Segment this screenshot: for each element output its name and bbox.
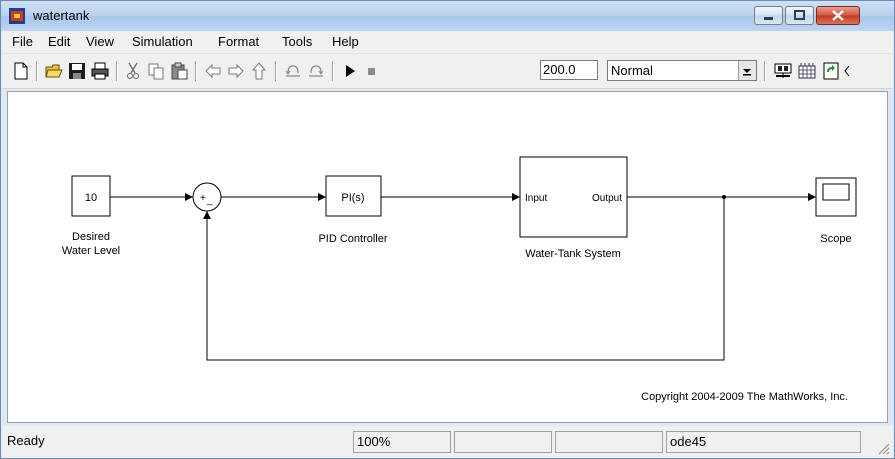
up-arrow-icon[interactable]	[250, 62, 268, 80]
copy-icon[interactable]	[147, 62, 165, 80]
library-browser-icon[interactable]	[798, 62, 816, 80]
sum-plus-sign: +	[200, 193, 206, 204]
close-button[interactable]	[816, 6, 860, 25]
status-zoom: 100%	[353, 431, 451, 453]
overflow-chevron-icon[interactable]	[842, 62, 852, 80]
menu-file[interactable]: File	[12, 34, 33, 49]
stop-time-input[interactable]: 200.0	[540, 60, 598, 80]
back-arrow-icon[interactable]	[204, 62, 222, 80]
block-diagram: 10 Desired Water Level + _ PI(s) PID Con…	[62, 156, 857, 403]
status-panel-empty-1	[454, 431, 552, 453]
pid-block-text: PI(s)	[341, 192, 364, 204]
build-model-icon[interactable]	[774, 62, 792, 80]
status-panel-empty-2	[555, 431, 663, 453]
status-bar: Ready 100% ode45	[2, 426, 893, 458]
feedback-signal[interactable]	[203, 197, 725, 361]
tank-input-port-label: Input	[525, 193, 547, 204]
forward-arrow-icon[interactable]	[227, 62, 245, 80]
close-icon	[832, 10, 844, 21]
constant-value: 10	[85, 192, 97, 204]
pid-controller-label: PID Controller	[318, 233, 387, 245]
status-solver: ode45	[666, 431, 861, 453]
scope-label: Scope	[820, 233, 851, 245]
save-icon[interactable]	[68, 62, 86, 80]
paste-icon[interactable]	[170, 62, 188, 80]
undo-icon[interactable]	[284, 62, 302, 80]
window-title: watertank	[33, 8, 90, 23]
update-diagram-icon[interactable]	[822, 62, 840, 80]
menu-format[interactable]: Format	[218, 34, 259, 49]
menu-tools[interactable]: Tools	[282, 34, 312, 49]
menu-bar: File Edit View Simulation Format Tools H…	[2, 31, 893, 54]
constant-label-line2: Water Level	[62, 245, 120, 257]
simulink-app-icon	[9, 8, 25, 24]
title-bar[interactable]: watertank	[1, 1, 894, 31]
chevron-down-icon	[743, 69, 751, 76]
sum-minus-sign: _	[206, 195, 213, 206]
tank-output-port-label: Output	[592, 193, 622, 204]
water-tank-label: Water-Tank System	[525, 248, 621, 260]
menu-view[interactable]: View	[86, 34, 114, 49]
menu-simulation[interactable]: Simulation	[132, 34, 193, 49]
resize-grip-icon[interactable]	[876, 441, 890, 455]
stop-simulation-icon[interactable]	[362, 62, 380, 80]
menu-edit[interactable]: Edit	[48, 34, 70, 49]
toolbar: 200.0 Normal	[2, 54, 893, 89]
print-icon[interactable]	[91, 62, 109, 80]
open-folder-icon[interactable]	[45, 62, 63, 80]
constant-label-line1: Desired	[72, 231, 110, 243]
new-file-icon[interactable]	[12, 62, 30, 80]
dropdown-arrow[interactable]	[738, 61, 756, 80]
minimize-icon	[764, 17, 773, 20]
simulink-window: watertank File Edit View Simulation Form…	[0, 0, 895, 459]
minimize-button[interactable]	[754, 6, 783, 25]
maximize-button[interactable]	[785, 6, 814, 25]
scope-screen-icon	[822, 183, 850, 201]
maximize-icon	[794, 10, 805, 20]
model-canvas[interactable]: 10 Desired Water Level + _ PI(s) PID Con…	[7, 91, 888, 423]
redo-icon[interactable]	[307, 62, 325, 80]
simulation-mode-value: Normal	[611, 63, 653, 78]
copyright-text: Copyright 2004-2009 The MathWorks, Inc.	[641, 391, 848, 403]
status-state: Ready	[7, 433, 45, 448]
start-simulation-icon[interactable]	[341, 62, 359, 80]
menu-help[interactable]: Help	[332, 34, 359, 49]
cut-icon[interactable]	[124, 62, 142, 80]
simulation-mode-select[interactable]: Normal	[607, 60, 757, 81]
